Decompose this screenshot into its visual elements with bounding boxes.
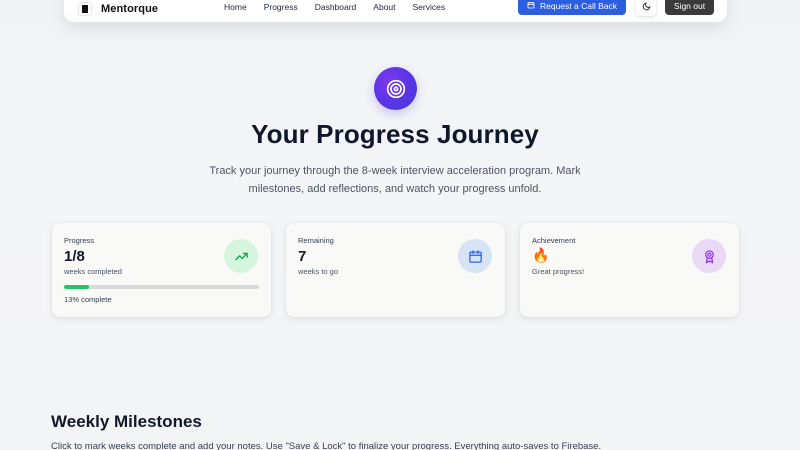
top-navbar: Mentorque Home Progress Dashboard About … [64, 0, 727, 22]
milestones-subtitle: Click to mark weeks complete and add you… [51, 441, 602, 450]
brand-name: Mentorque [101, 3, 159, 15]
nav-link-services[interactable]: Services [413, 2, 446, 12]
page-title: Your Progress Journey [251, 119, 539, 149]
remaining-sub: weeks to go [298, 267, 339, 276]
request-callback-label: Request a Call Back [539, 1, 617, 11]
remaining-label: Remaining [298, 236, 334, 245]
calendar-icon [527, 1, 535, 11]
progress-sub: weeks completed [64, 267, 122, 276]
nav-link-home[interactable]: Home [224, 2, 247, 12]
request-callback-button[interactable]: Request a Call Back [518, 0, 626, 15]
milestones-title: Weekly Milestones [51, 412, 202, 431]
brand[interactable]: Mentorque [78, 2, 158, 16]
nav-link-progress[interactable]: Progress [264, 2, 298, 12]
sign-out-button[interactable]: Sign out [665, 0, 714, 15]
moon-icon [642, 0, 651, 16]
nav-link-about[interactable]: About [373, 2, 395, 12]
progress-percent-text: 13% complete [64, 295, 112, 304]
trending-up-icon [224, 239, 258, 273]
achievement-card: Achievement 🔥 Great progress! [520, 223, 739, 317]
brand-logo-icon [78, 2, 92, 16]
nav-link-dashboard[interactable]: Dashboard [315, 2, 357, 12]
theme-toggle-button[interactable] [636, 0, 656, 16]
achievement-label: Achievement [532, 236, 576, 245]
progress-label: Progress [64, 236, 95, 245]
progress-bar [64, 285, 259, 289]
progress-bar-fill [64, 285, 90, 289]
calendar-icon [458, 239, 492, 273]
target-icon [374, 67, 417, 110]
award-icon [692, 239, 726, 273]
page-subtitle: Track your journey through the 8-week in… [209, 165, 581, 195]
progress-card: Progress 1/8 weeks completed 13% complet… [52, 223, 271, 317]
achievement-sub: Great progress! [532, 267, 585, 276]
remaining-card: Remaining 7 weeks to go [286, 223, 505, 317]
fire-icon: 🔥 [532, 247, 550, 263]
progress-value: 1/8 [64, 248, 85, 265]
nav-links: Home Progress Dashboard About Services [224, 2, 445, 12]
remaining-value: 7 [298, 248, 307, 265]
